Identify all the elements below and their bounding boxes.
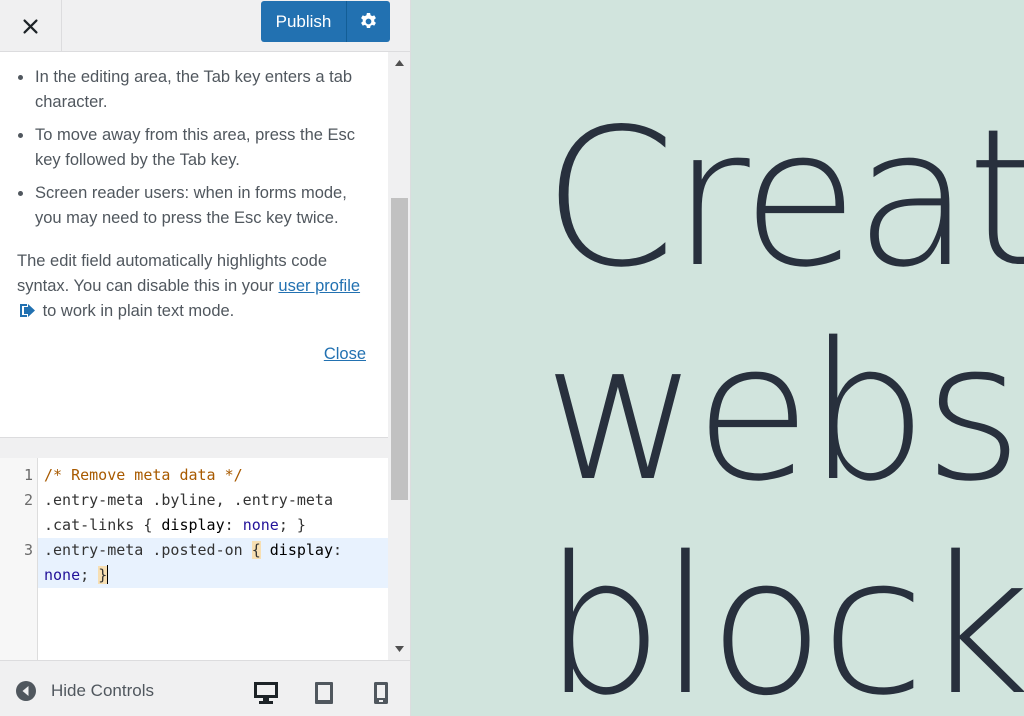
help-note: The edit field automatically highlights … bbox=[17, 249, 366, 324]
customizer-footer: Hide Controls bbox=[0, 660, 410, 716]
code-semicolon: ; bbox=[80, 566, 99, 584]
hero-line: Create bbox=[543, 88, 1024, 309]
code-editor-help-panel: In the editing area, the Tab key enters … bbox=[0, 52, 388, 437]
help-item: Screen reader users: when in forms mode,… bbox=[17, 181, 366, 231]
publish-group: Publish bbox=[261, 1, 390, 42]
code-colon: : bbox=[224, 516, 243, 534]
customizer-header: Publish bbox=[0, 0, 410, 52]
line-number: 3 bbox=[23, 541, 33, 559]
close-customizer-button[interactable] bbox=[0, 0, 62, 52]
customizer-sidebar: Publish In the editing area, the Tab key… bbox=[0, 0, 411, 716]
code-line-2a: .entry-meta .byline, .entry-meta bbox=[44, 491, 333, 509]
gear-icon bbox=[361, 12, 376, 29]
external-link-icon bbox=[20, 304, 35, 317]
desktop-preview-button[interactable] bbox=[252, 679, 280, 707]
code-property: display bbox=[260, 541, 333, 559]
code-colon: : bbox=[333, 541, 343, 559]
sidebar-scrollbar[interactable] bbox=[389, 52, 410, 660]
text-cursor bbox=[107, 565, 109, 584]
code-brace: { bbox=[143, 516, 162, 534]
hide-controls-button[interactable]: Hide Controls bbox=[15, 680, 154, 702]
help-list: In the editing area, the Tab key enters … bbox=[17, 65, 366, 231]
mobile-preview-button[interactable] bbox=[367, 679, 395, 707]
publish-settings-button[interactable] bbox=[347, 1, 390, 42]
help-note-text-end: to work in plain text mode. bbox=[38, 302, 235, 320]
scroll-up-arrow-icon[interactable] bbox=[389, 52, 410, 74]
matched-brace: { bbox=[251, 541, 261, 559]
code-value: none bbox=[242, 516, 279, 534]
arrow-left-circle-icon bbox=[16, 681, 36, 701]
publish-button[interactable]: Publish bbox=[261, 1, 347, 42]
scroll-down-arrow-icon[interactable] bbox=[389, 638, 410, 660]
code-property: display bbox=[161, 516, 225, 534]
tablet-icon bbox=[315, 682, 333, 704]
help-item: To move away from this area, press the E… bbox=[17, 123, 366, 173]
hero-line: websit bbox=[543, 302, 1024, 523]
user-profile-link[interactable]: user profile bbox=[278, 277, 360, 295]
scrollbar-thumb[interactable] bbox=[391, 198, 408, 500]
help-item: In the editing area, the Tab key enters … bbox=[17, 65, 366, 115]
close-x-icon bbox=[23, 18, 38, 34]
hero-heading: Create websit blocks bbox=[543, 92, 1024, 716]
css-code-editor[interactable]: 1 2 3 /* Remove meta data */ .entry-meta… bbox=[0, 458, 388, 660]
line-number: 2 bbox=[23, 491, 33, 509]
site-preview[interactable]: Create websit blocks bbox=[411, 0, 1024, 716]
desktop-icon bbox=[254, 682, 278, 704]
help-close-link[interactable]: Close bbox=[324, 345, 366, 363]
matched-brace: } bbox=[98, 566, 108, 584]
code-line-3a: .entry-meta .posted-on { display: bbox=[44, 538, 342, 563]
editor-divider bbox=[0, 437, 388, 458]
hero-line: blocks bbox=[543, 516, 1024, 716]
line-number-gutter: 1 2 3 bbox=[0, 458, 38, 660]
line-number: 1 bbox=[23, 466, 33, 484]
code-selector: .cat-links bbox=[44, 516, 144, 534]
tablet-preview-button[interactable] bbox=[310, 679, 338, 707]
hide-controls-label: Hide Controls bbox=[51, 681, 154, 700]
code-line-2b: .cat-links { display: none; } bbox=[44, 513, 306, 538]
code-close: ; } bbox=[278, 516, 306, 534]
mobile-icon bbox=[374, 682, 388, 704]
code-line-3b: none; } bbox=[44, 563, 109, 588]
code-selector: .entry-meta .posted-on bbox=[44, 541, 252, 559]
code-value: none bbox=[44, 566, 81, 584]
help-close-row: Close bbox=[17, 342, 366, 367]
code-line-1: /* Remove meta data */ bbox=[44, 466, 243, 484]
